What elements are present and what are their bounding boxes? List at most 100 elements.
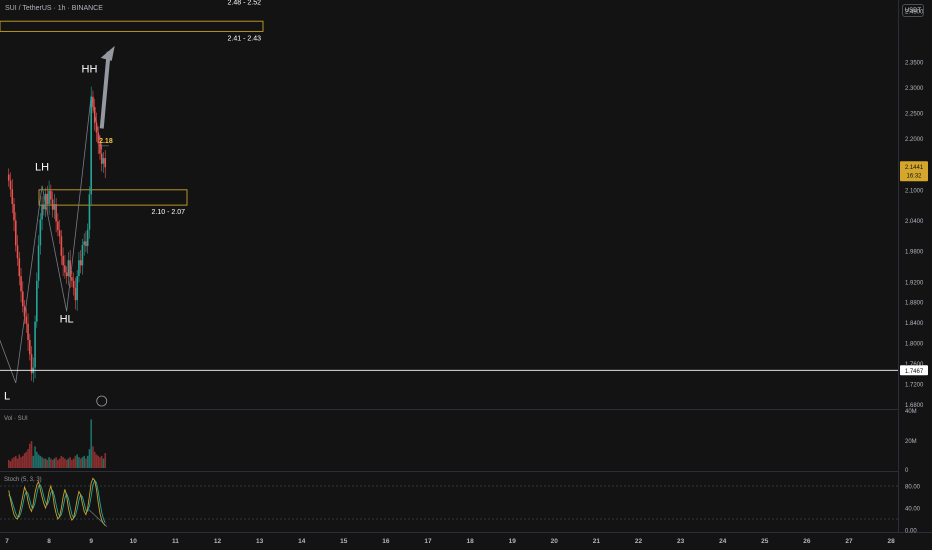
time-tick-label: 19 [509, 538, 517, 545]
volume-bar [34, 446, 36, 468]
time-tick-label: 11 [172, 538, 179, 545]
time-tick-label: 9 [89, 538, 93, 545]
time-tick-label: 20 [551, 538, 559, 545]
time-tick-label: 17 [424, 538, 432, 545]
price-tick-label: 1.7600 [905, 362, 924, 368]
time-tick-label: 21 [593, 538, 601, 545]
zone-label: 2.10 - 2.07 [152, 209, 186, 216]
projection-arrow-shaft [99, 51, 111, 129]
time-tick-label: 23 [677, 538, 685, 545]
candle-body [46, 193, 49, 205]
candle-body [23, 306, 26, 317]
last-price-countdown: 16:32 [906, 173, 922, 179]
candle-body [83, 241, 85, 245]
candlestick-series[interactable] [7, 86, 107, 383]
candle-body [65, 272, 68, 277]
candle-body [72, 280, 75, 288]
candle-body [11, 189, 14, 205]
volume-bar [55, 457, 57, 468]
volume-bar [51, 459, 54, 468]
volume-tick-label: 0 [905, 468, 909, 474]
candle-body [50, 190, 52, 200]
candle-body [25, 316, 28, 324]
volume-bar [14, 455, 17, 468]
volume-bar [83, 455, 85, 468]
candle-body [21, 291, 24, 307]
stoch-tick-label: 0.00 [905, 529, 917, 535]
horizontal-level-value: 1.7467 [905, 369, 924, 375]
chart-axes: 2.55002.45002.35002.30002.25002.20002.10… [5, 9, 924, 545]
chart-annotations: 1.7467 2.1441 16:32 2.18 HH LH HL L [0, 63, 928, 407]
volume-tick-label: 40M [905, 409, 917, 415]
volume-bar [90, 419, 92, 468]
volume-label[interactable]: Vol · SUI [4, 416, 28, 422]
price-tick-label: 2.3500 [905, 61, 924, 67]
candle-body [43, 204, 45, 210]
volume-bar [62, 457, 64, 468]
time-tick-label: 7 [5, 538, 9, 545]
price-tick-label: 2.3000 [905, 86, 924, 92]
stoch-divergence-line [89, 509, 108, 527]
volume-bar [46, 459, 49, 468]
time-tick-label: 13 [256, 538, 264, 545]
candle-body [13, 204, 15, 221]
volume-bar [79, 458, 82, 468]
candle-body [27, 323, 29, 340]
volume-bar [41, 457, 43, 468]
symbol-title[interactable]: SUI / TetherUS · 1h · BINANCE [5, 5, 103, 12]
price-tick-label: 2.2000 [905, 137, 924, 143]
candle-body [51, 199, 54, 210]
volume-bar [18, 454, 21, 468]
candle-body [60, 236, 63, 256]
price-chart[interactable]: 2.48 - 2.52 2.41 - 2.43 2.10 - 2.07 1.7467… [0, 0, 932, 550]
candle-body [20, 276, 22, 292]
candle-body [57, 221, 59, 231]
price-tick-label: 1.8400 [905, 321, 924, 327]
time-tick-label: 12 [214, 538, 222, 545]
candle-body [29, 339, 31, 355]
volume-bar [27, 449, 29, 468]
candle-body [7, 174, 10, 181]
volume-bar [100, 455, 103, 468]
volume-bar [104, 453, 107, 468]
volume-bar [78, 457, 80, 468]
candle-body [14, 220, 17, 246]
candle-body [39, 219, 42, 246]
candle-body [79, 260, 82, 266]
volume-bar [64, 458, 66, 468]
candle-body [74, 287, 77, 301]
volume-bar [20, 457, 22, 468]
structure-annotation: L [4, 390, 10, 402]
lightning-icon [96, 395, 108, 407]
candle-body [92, 96, 94, 108]
structure-annotation: LH [35, 161, 49, 173]
volume-bar [13, 457, 15, 468]
volume-bar [71, 459, 73, 468]
currency-badge[interactable]: USDT [902, 4, 924, 17]
volume-bar [88, 449, 91, 468]
candle-body [37, 245, 40, 281]
candle-body [48, 190, 50, 205]
candle-body [85, 241, 87, 246]
zone-box [38, 189, 188, 206]
price-tick-label: 1.8800 [905, 301, 924, 307]
volume-bar [39, 455, 42, 468]
price-tick-label: 1.8000 [905, 342, 924, 348]
volume-bar [30, 441, 33, 468]
volume-bar [37, 454, 40, 468]
stoch-label[interactable]: Stoch (5, 3, 3) [4, 477, 42, 483]
candle-body [93, 107, 96, 123]
volume-bar [95, 454, 98, 468]
volume-bar [67, 458, 70, 468]
volume-bar [65, 459, 68, 468]
price-tick-label: 1.6800 [905, 403, 924, 409]
volume-pane[interactable]: 40M 20M 0 [7, 409, 917, 474]
market-structure-lines [0, 45, 115, 384]
candle-body [64, 265, 66, 273]
candle-body [67, 260, 70, 277]
volume-bar [25, 451, 28, 468]
supply-demand-zones: 2.48 - 2.52 2.41 - 2.43 2.10 - 2.07 [0, 0, 264, 216]
stochastic-pane[interactable]: 80.00 40.00 0.00 [0, 477, 921, 535]
volume-bar [97, 455, 100, 468]
candle-body [41, 204, 43, 220]
